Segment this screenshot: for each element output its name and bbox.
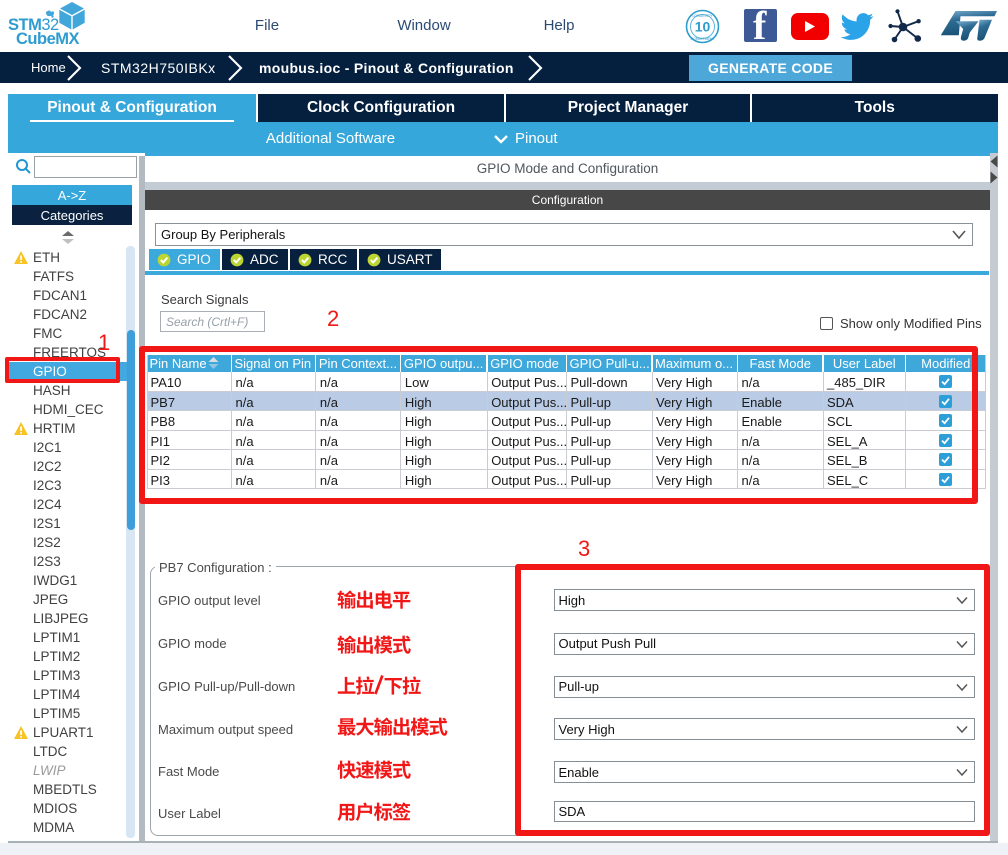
svg-text:COMMITMENT: COMMITMENT (690, 37, 715, 41)
svg-text:CubeMX: CubeMX (16, 30, 79, 48)
svg-text:LONGEVITY: LONGEVITY (692, 14, 713, 18)
svg-text:10: 10 (695, 19, 711, 35)
